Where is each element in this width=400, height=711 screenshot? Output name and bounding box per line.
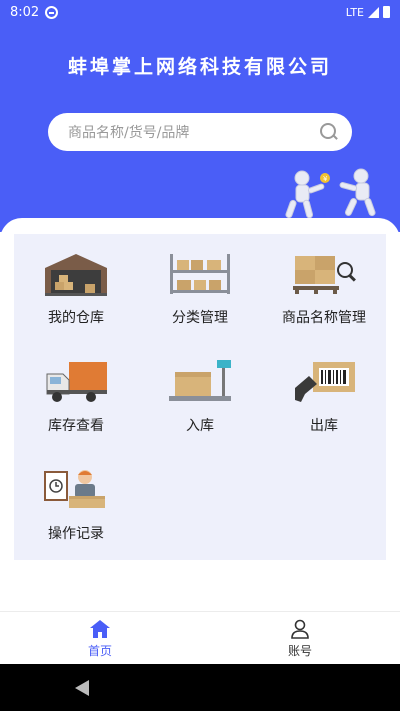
truck-icon xyxy=(46,362,107,402)
pallet-scan-icon xyxy=(293,256,356,294)
dnd-icon xyxy=(45,5,59,19)
menu-label: 入库 xyxy=(186,418,214,434)
menu-item-stock-view[interactable]: 库存查看 xyxy=(14,342,138,450)
search-placeholder[interactable]: 商品名称/货号/品牌 xyxy=(68,122,320,142)
status-bar: 8:02 LTE xyxy=(0,0,400,24)
warehouse-icon xyxy=(45,254,107,296)
svg-text:¥: ¥ xyxy=(323,175,328,183)
menu-label: 商品名称管理 xyxy=(282,310,366,326)
menu-item-inbound[interactable]: 入库 xyxy=(138,342,262,450)
search-bar[interactable]: 商品名称/货号/品牌 xyxy=(48,113,352,151)
shelf-icon xyxy=(170,254,230,294)
bottom-nav: 首页 账号 xyxy=(0,611,400,664)
scale-box-icon xyxy=(169,360,231,401)
menu-label: 库存查看 xyxy=(48,418,104,434)
menu-item-my-warehouse[interactable]: 我的仓库 xyxy=(14,234,138,342)
nav-account-label: 账号 xyxy=(287,643,312,658)
barcode-scanner-icon xyxy=(295,362,355,402)
network-label: LTE xyxy=(345,5,364,19)
home-icon xyxy=(90,619,110,638)
menu-item-outbound[interactable]: 出库 xyxy=(262,342,386,450)
clipboard-worker-icon xyxy=(44,470,105,508)
menu-label: 出库 xyxy=(310,418,338,434)
battery-icon xyxy=(383,6,390,18)
system-nav-bar xyxy=(0,664,400,711)
status-time: 8:02 xyxy=(10,4,40,20)
nav-home[interactable]: 首页 xyxy=(0,612,200,665)
robots-illustration: ¥ xyxy=(285,168,376,219)
company-title: 蚌埠掌上网络科技有限公司 xyxy=(67,56,332,78)
nav-home-label: 首页 xyxy=(87,643,112,658)
menu-label: 操作记录 xyxy=(48,526,104,542)
back-icon[interactable] xyxy=(75,680,89,696)
menu-label: 分类管理 xyxy=(172,310,228,326)
search-icon[interactable] xyxy=(320,123,338,141)
signal-icon xyxy=(368,6,379,18)
menu-item-product-names[interactable]: 商品名称管理 xyxy=(262,234,386,342)
user-icon xyxy=(291,619,309,639)
menu-label: 我的仓库 xyxy=(48,310,104,326)
menu-item-operation-log[interactable]: 操作记录 xyxy=(14,450,138,558)
menu-item-category[interactable]: 分类管理 xyxy=(138,234,262,342)
nav-account[interactable]: 账号 xyxy=(200,612,400,665)
menu-grid: 我的仓库 分类管理 商品名称管理 库存查看 入库 出库 操作记录 xyxy=(14,234,386,560)
